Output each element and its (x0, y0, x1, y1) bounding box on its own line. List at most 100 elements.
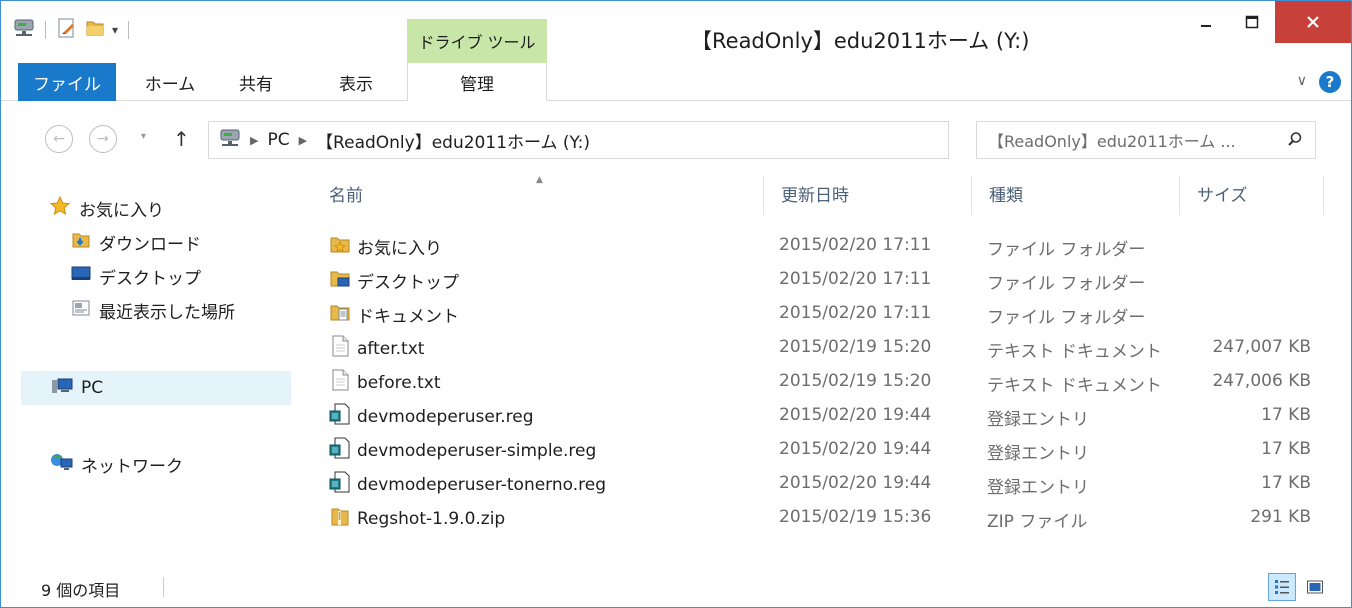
search-icon[interactable] (1287, 131, 1303, 151)
file-name: after.txt (357, 338, 425, 359)
column-header-type[interactable]: 種類 (989, 181, 1023, 206)
tab-file[interactable]: ファイル (18, 63, 116, 101)
tab-manage[interactable]: 管理 (407, 63, 547, 101)
file-date: 2015/02/19 15:20 (779, 337, 932, 357)
search-box[interactable]: 【ReadOnly】edu2011ホーム ... (976, 121, 1316, 159)
close-icon (1307, 16, 1319, 28)
sidebar-item-label: ダウンロード (99, 234, 201, 255)
new-folder-icon[interactable] (84, 17, 106, 43)
tab-view[interactable]: 表示 (321, 63, 391, 101)
sidebar-item-desktop[interactable]: デスクトップ (71, 259, 201, 293)
table-row[interactable]: お気に入り 2015/02/20 17:11 ファイル フォルダー (323, 229, 1323, 263)
column-divider[interactable] (1179, 175, 1180, 215)
file-name: デスクトップ (357, 273, 459, 293)
maximize-icon (1245, 15, 1259, 29)
sidebar-item-favorites[interactable]: お気に入り (49, 191, 164, 225)
forward-arrow-icon: → (97, 131, 109, 147)
file-name: お気に入り (357, 239, 442, 259)
recent-locations-chevron-icon[interactable]: ▾ (141, 131, 146, 142)
file-name: devmodeperuser.reg (357, 406, 534, 427)
sidebar-item-network[interactable]: ネットワーク (49, 447, 183, 481)
zip-file-icon (329, 505, 351, 532)
forward-button[interactable]: → (89, 125, 117, 153)
sidebar-item-label: PC (81, 378, 104, 398)
file-type: ファイル フォルダー (987, 274, 1146, 294)
customize-toolbar-icon[interactable]: ▾ (112, 23, 118, 37)
title-bar: ▾ ドライブ ツール 【ReadOnly】edu2011ホーム (Y:) (1, 1, 1351, 63)
breadcrumb-separator-icon[interactable]: ▶ (299, 134, 307, 147)
registry-file-icon (329, 471, 351, 498)
tab-share[interactable]: 共有 (223, 63, 289, 101)
desktop-icon (71, 265, 91, 288)
file-name: Regshot-1.9.0.zip (357, 508, 506, 529)
sidebar-item-downloads[interactable]: ダウンロード (71, 225, 201, 259)
table-row[interactable]: devmodeperuser.reg 2015/02/20 19:44 登録エン… (323, 399, 1323, 433)
column-header-size[interactable]: サイズ (1197, 181, 1248, 206)
file-date: 2015/02/20 17:11 (779, 303, 932, 323)
text-file-icon (329, 369, 351, 396)
drive-icon[interactable] (13, 18, 35, 42)
column-header-name[interactable]: 名前 (329, 181, 363, 206)
registry-file-icon (329, 403, 351, 430)
file-type: ファイル フォルダー (987, 308, 1146, 328)
table-row[interactable]: after.txt 2015/02/19 15:20 テキスト ドキュメント 2… (323, 331, 1323, 365)
table-row[interactable]: デスクトップ 2015/02/20 17:11 ファイル フォルダー (323, 263, 1323, 297)
status-divider (163, 577, 164, 597)
file-type: ZIP ファイル (987, 512, 1088, 532)
back-button[interactable]: ← (45, 125, 73, 153)
ribbon-tab-bar: ファイル ホーム 共有 表示 管理 ∨ ? (1, 63, 1351, 101)
details-view-button[interactable] (1268, 573, 1296, 601)
column-divider[interactable] (1323, 175, 1324, 215)
star-icon (49, 195, 71, 222)
table-row[interactable]: devmodeperuser-simple.reg 2015/02/20 19:… (323, 433, 1323, 467)
table-row[interactable]: before.txt 2015/02/19 15:20 テキスト ドキュメント … (323, 365, 1323, 399)
drive-icon (219, 128, 241, 153)
column-divider[interactable] (971, 175, 972, 215)
sidebar-item-label: 最近表示した場所 (99, 302, 235, 323)
navigation-pane: お気に入り ダウンロード デスクトップ 最近表示した場所 PC ネットワーク (1, 167, 293, 567)
file-date: 2015/02/20 17:11 (779, 235, 932, 255)
toolbar-divider (45, 21, 46, 39)
sidebar-item-label: お気に入り (79, 200, 164, 221)
file-size: 247,006 KB (1212, 371, 1311, 391)
file-type: 登録エントリ (987, 410, 1089, 430)
file-date: 2015/02/20 19:44 (779, 473, 932, 493)
minimize-button[interactable] (1183, 1, 1229, 43)
file-size: 291 KB (1250, 507, 1311, 527)
details-view-icon (1275, 580, 1289, 594)
quick-access-toolbar: ▾ (13, 15, 133, 45)
file-name: ドキュメント (357, 307, 459, 327)
breadcrumb-pc[interactable]: PC (267, 130, 289, 150)
up-button[interactable]: ↑ (173, 127, 190, 151)
status-bar: 9 個の項目 (1, 567, 1351, 607)
file-size: 247,007 KB (1212, 337, 1311, 357)
file-date: 2015/02/20 17:11 (779, 269, 932, 289)
breadcrumb-drive[interactable]: 【ReadOnly】edu2011ホーム (Y:) (316, 128, 590, 153)
table-row[interactable]: ドキュメント 2015/02/20 17:11 ファイル フォルダー (323, 297, 1323, 331)
drive-tools-context-tab: ドライブ ツール (407, 19, 547, 63)
properties-icon[interactable] (56, 17, 78, 43)
address-bar[interactable]: ▶ PC ▶ 【ReadOnly】edu2011ホーム (Y:) (208, 121, 949, 159)
desktop-folder-icon (329, 267, 351, 294)
file-type: 登録エントリ (987, 444, 1089, 464)
expand-ribbon-icon[interactable]: ∨ (1297, 73, 1307, 89)
file-list: 名前 ▲ 更新日時 種類 サイズ お気に入り 2015/02/20 17:11 … (293, 167, 1351, 567)
minimize-icon (1201, 25, 1211, 27)
breadcrumb-separator-icon[interactable]: ▶ (250, 134, 258, 147)
tab-home[interactable]: ホーム (131, 63, 209, 101)
column-header-date[interactable]: 更新日時 (781, 181, 849, 206)
help-button[interactable]: ? (1319, 71, 1341, 93)
sidebar-item-recent-places[interactable]: 最近表示した場所 (71, 293, 235, 327)
text-file-icon (329, 335, 351, 362)
window-title: 【ReadOnly】edu2011ホーム (Y:) (691, 29, 1030, 53)
close-button[interactable] (1275, 1, 1351, 43)
file-date: 2015/02/20 19:44 (779, 405, 932, 425)
maximize-button[interactable] (1229, 1, 1275, 43)
item-count: 9 個の項目 (41, 581, 121, 600)
sidebar-item-label: ネットワーク (81, 456, 183, 477)
large-icons-view-button[interactable] (1301, 573, 1329, 601)
table-row[interactable]: devmodeperuser-tonerno.reg 2015/02/20 19… (323, 467, 1323, 501)
sidebar-item-pc[interactable]: PC (21, 371, 291, 405)
column-divider[interactable] (763, 175, 764, 215)
table-row[interactable]: Regshot-1.9.0.zip 2015/02/19 15:36 ZIP フ… (323, 501, 1323, 535)
